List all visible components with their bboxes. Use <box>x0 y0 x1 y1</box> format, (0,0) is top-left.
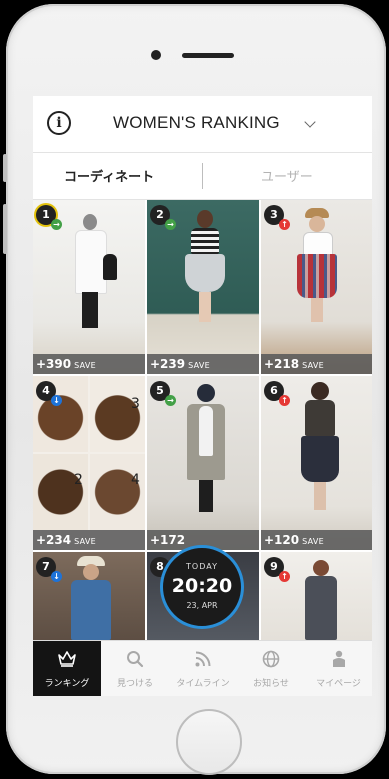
trend-flat-icon: → <box>165 219 176 230</box>
nav-label: お知らせ <box>253 679 289 689</box>
segment-tabs: コーディネート ユーザー <box>33 153 372 200</box>
chevron-down-icon[interactable] <box>304 116 316 128</box>
save-count-bar: +120 SAVE <box>261 530 372 550</box>
collage-number: 3 <box>131 396 140 412</box>
ranking-tile-1[interactable]: 1 → +390 SAVE <box>33 200 145 374</box>
trend-flat-icon: → <box>165 395 176 406</box>
clock-time: 20:20 <box>171 575 233 597</box>
info-icon[interactable]: i <box>47 111 71 135</box>
save-count: +390 SAVE <box>36 357 97 371</box>
nav-item-timeline[interactable]: タイムライン <box>169 641 237 696</box>
globe-icon <box>262 650 280 668</box>
nav-label: マイページ <box>316 679 361 689</box>
collage-number: 2 <box>74 472 83 488</box>
save-count: +172 <box>150 533 186 547</box>
crown-icon <box>58 651 76 667</box>
save-count: +120 SAVE <box>264 533 325 547</box>
person-icon <box>333 650 345 667</box>
ranking-tile-7[interactable]: 7 ↓ <box>33 552 145 640</box>
tab-coordinate[interactable]: コーディネート <box>64 166 154 185</box>
trend-flat-icon: → <box>51 219 62 230</box>
app-header: i WOMEN'S RANKING <box>33 96 372 153</box>
front-camera <box>151 50 161 60</box>
tab-user[interactable]: ユーザー <box>261 166 313 185</box>
save-count-bar: +390 SAVE <box>33 354 145 374</box>
save-count-bar: +234 SAVE <box>33 530 145 550</box>
save-count: +239 SAVE <box>150 357 211 371</box>
ranking-tile-2[interactable]: 2 → +239 SAVE <box>147 200 259 374</box>
tab-divider <box>202 163 203 189</box>
save-count-bar: +218 SAVE <box>261 354 372 374</box>
nav-label: ランキング <box>44 679 90 689</box>
save-count-bar: +239 SAVE <box>147 354 259 374</box>
nav-item-ranking[interactable]: ランキング <box>33 641 101 696</box>
hair-photo <box>90 376 145 452</box>
trend-up-icon: ↑ <box>279 395 290 406</box>
ranking-tile-4[interactable]: 3 2 4 4 ↓ +234 SAVE <box>33 376 145 550</box>
nav-label: 見つける <box>116 679 153 689</box>
nav-item-mypage[interactable]: マイページ <box>305 641 372 696</box>
clock-date: 23, APR <box>186 601 218 610</box>
clock-today-label: TODAY <box>186 562 218 571</box>
nav-item-notifications[interactable]: お知らせ <box>237 641 305 696</box>
ranking-title-dropdown[interactable]: WOMEN'S RANKING <box>113 113 280 133</box>
time-overlay: TODAY 20:20 23, APR <box>160 545 244 629</box>
collage-number: 4 <box>131 472 140 488</box>
ranking-tile-9[interactable]: 9 ↑ <box>261 552 372 640</box>
trend-up-icon: ↑ <box>279 571 290 582</box>
trend-down-icon: ↓ <box>51 395 62 406</box>
ranking-tile-3[interactable]: 3 ↑ +218 SAVE <box>261 200 372 374</box>
ranking-tile-5[interactable]: 5 → +172 <box>147 376 259 550</box>
search-icon <box>127 651 144 668</box>
hair-photo <box>90 454 145 530</box>
app-screen: i WOMEN'S RANKING コーディネート ユーザー 1 → +390 S… <box>33 96 372 696</box>
save-count: +234 SAVE <box>36 533 97 547</box>
mute-switch <box>3 154 7 182</box>
volume-up-button <box>3 204 7 254</box>
trend-down-icon: ↓ <box>51 571 62 582</box>
nav-label: タイムライン <box>176 679 230 689</box>
nav-item-find[interactable]: 見つける <box>101 641 169 696</box>
earpiece-speaker <box>182 53 234 58</box>
trend-up-icon: ↑ <box>279 219 290 230</box>
bottom-nav: ランキング 見つける タイムライン お知らせ マイページ <box>33 640 372 696</box>
rss-icon <box>195 651 211 667</box>
hair-photo <box>33 454 88 530</box>
ranking-tile-6[interactable]: 6 ↑ +120 SAVE <box>261 376 372 550</box>
save-count: +218 SAVE <box>264 357 325 371</box>
home-button[interactable] <box>176 709 242 775</box>
